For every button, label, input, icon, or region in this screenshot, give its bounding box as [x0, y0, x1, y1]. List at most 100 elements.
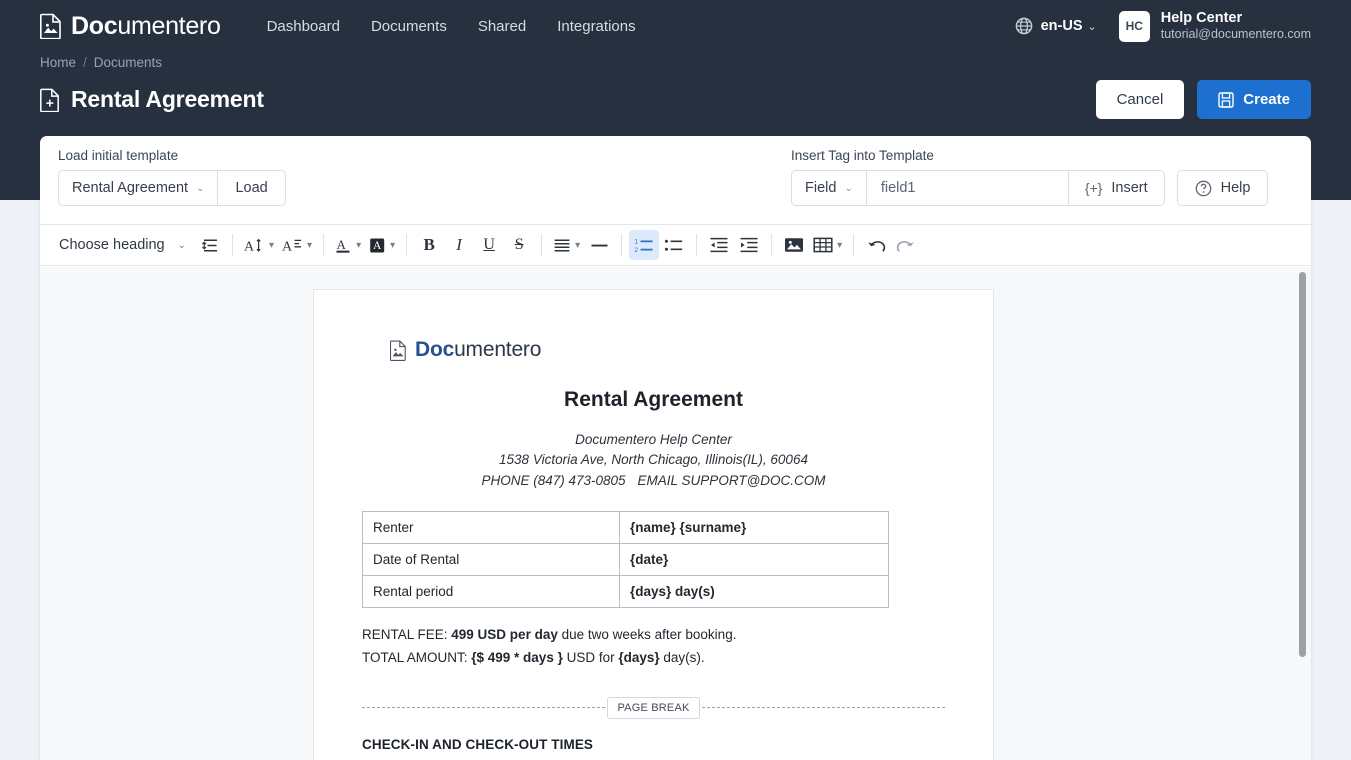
help-button-label: Help [1221, 180, 1251, 196]
total-days-tag: {days} [618, 650, 659, 665]
total-expression: {$ 499 * days } [471, 650, 563, 665]
undo-icon[interactable] [861, 230, 891, 260]
text-color-icon[interactable]: A ▾ [331, 230, 365, 260]
outdent-icon[interactable] [704, 230, 734, 260]
table-cell-value: {days} day(s) [620, 575, 889, 607]
toolbar-separator [696, 234, 697, 256]
table-cell-label: Rental period [363, 575, 620, 607]
account-lines: Help Center tutorial@documentero.com [1161, 10, 1311, 43]
toolbar-separator [771, 234, 772, 256]
toolbar-separator [853, 234, 854, 256]
template-select[interactable]: Rental Agreement ⌄ [58, 170, 218, 206]
scrollbar-thumb[interactable] [1299, 272, 1306, 657]
question-circle-icon [1195, 180, 1212, 197]
page-actions: Cancel Create [1096, 80, 1311, 119]
toolbar-separator [621, 234, 622, 256]
chevron-down-icon: ⌄ [196, 183, 204, 194]
chevron-down-icon: ▾ [837, 240, 842, 251]
document-details-table: Renter {name} {surname} Date of Rental {… [362, 511, 889, 608]
globe-icon [1015, 17, 1033, 35]
font-size-icon[interactable]: A ▾ [240, 230, 278, 260]
field-type-select[interactable]: Field ⌄ [791, 170, 867, 206]
chevron-down-icon: ⌄ [178, 240, 186, 251]
breadcrumb-separator: / [83, 55, 87, 70]
brand-logo[interactable]: Documentero [40, 13, 221, 39]
horizontal-rule-icon[interactable] [584, 230, 614, 260]
help-button[interactable]: Help [1177, 170, 1269, 206]
rental-fee-paragraph: RENTAL FEE: 499 USD per day due two week… [362, 625, 945, 646]
heading-select-value: Choose heading [59, 237, 165, 253]
line-height-icon[interactable] [195, 230, 225, 260]
language-selector[interactable]: en-US ⌄ [1015, 17, 1097, 35]
underline-icon[interactable]: U [474, 230, 504, 260]
document-email: EMAIL SUPPORT@DOC.COM [638, 473, 826, 488]
insert-tag-group: Insert Tag into Template Field ⌄ field1 … [791, 148, 1268, 206]
create-button[interactable]: Create [1197, 80, 1311, 119]
account-name: Help Center [1161, 10, 1311, 28]
editor-scrollbar[interactable] [1297, 267, 1309, 760]
document-title: Rental Agreement [362, 388, 945, 412]
document-add-icon [40, 88, 60, 112]
editor-card: Load initial template Rental Agreement ⌄… [40, 136, 1311, 760]
numbered-list-icon[interactable]: 1 2 [629, 230, 659, 260]
nav-link-integrations[interactable]: Integrations [557, 18, 635, 35]
language-label: en-US [1041, 18, 1083, 34]
document-page[interactable]: Documentero Rental Agreement Documentero… [313, 289, 994, 760]
load-template-label: Load initial template [58, 148, 286, 163]
insert-button[interactable]: {+} Insert [1069, 170, 1165, 206]
editor-canvas[interactable]: Documentero Rental Agreement Documentero… [40, 267, 1311, 760]
cancel-button[interactable]: Cancel [1096, 80, 1185, 119]
align-icon[interactable]: ▾ [549, 230, 584, 260]
braces-icon: {+} [1085, 180, 1103, 196]
page-title-text: Rental Agreement [71, 86, 264, 113]
table-cell-label: Renter [363, 511, 620, 543]
insert-tag-controls: Field ⌄ field1 {+} Insert [791, 170, 1268, 206]
svg-text:A: A [244, 239, 255, 254]
table-cell-value: {name} {surname} [620, 511, 889, 543]
svg-text:A: A [373, 240, 382, 252]
toolbar-separator [406, 234, 407, 256]
svg-text:A: A [282, 239, 293, 254]
table-cell-value: {date} [620, 543, 889, 575]
image-icon[interactable] [779, 230, 809, 260]
field-name-input[interactable]: field1 [867, 170, 1069, 206]
nav-link-documents[interactable]: Documents [371, 18, 447, 35]
document-contact: PHONE (847) 473-0805EMAIL SUPPORT@DOC.CO… [362, 471, 945, 491]
heading-select[interactable]: Choose heading ⌄ [48, 230, 195, 260]
nav-link-dashboard[interactable]: Dashboard [267, 18, 340, 35]
insert-button-label: Insert [1111, 180, 1147, 196]
strikethrough-icon[interactable]: S [504, 230, 534, 260]
svg-text:2: 2 [635, 247, 639, 254]
brand-text: Documentero [71, 14, 221, 39]
load-template-controls: Rental Agreement ⌄ Load [58, 170, 286, 206]
bold-icon[interactable]: B [414, 230, 444, 260]
table-cell-label: Date of Rental [363, 543, 620, 575]
editor-toolbar: Choose heading ⌄ A ▾ A ▾ [40, 224, 1311, 266]
rental-fee-prefix: RENTAL FEE: [362, 627, 451, 642]
account-email: tutorial@documentero.com [1161, 27, 1311, 42]
table-row: Date of Rental {date} [363, 543, 889, 575]
highlight-color-icon[interactable]: A ▾ [365, 230, 399, 260]
table-row: Rental period {days} day(s) [363, 575, 889, 607]
page-break-label: PAGE BREAK [607, 697, 699, 719]
load-button[interactable]: Load [218, 170, 285, 206]
total-amount-paragraph: TOTAL AMOUNT: {$ 499 * days } USD for {d… [362, 648, 945, 669]
rental-fee-amount: 499 USD per day [451, 627, 558, 642]
insert-tag-label: Insert Tag into Template [791, 148, 1268, 163]
table-icon[interactable]: ▾ [809, 230, 846, 260]
document-org-block: Documentero Help Center 1538 Victoria Av… [362, 430, 945, 491]
nav-link-shared[interactable]: Shared [478, 18, 526, 35]
breadcrumb: Home / Documents [40, 55, 162, 70]
field-type-value: Field [805, 180, 836, 196]
font-family-icon[interactable]: A ▾ [278, 230, 316, 260]
breadcrumb-documents[interactable]: Documents [94, 55, 162, 70]
bulleted-list-icon[interactable] [659, 230, 689, 260]
indent-icon[interactable] [734, 230, 764, 260]
chevron-down-icon: ▾ [390, 240, 395, 251]
page-title-row: Rental Agreement Cancel Create [40, 80, 1311, 119]
redo-icon[interactable] [891, 230, 921, 260]
breadcrumb-home[interactable]: Home [40, 55, 76, 70]
account-menu[interactable]: HC Help Center tutorial@documentero.com [1119, 10, 1311, 43]
italic-icon[interactable]: I [444, 230, 474, 260]
total-mid: USD for [563, 650, 619, 665]
